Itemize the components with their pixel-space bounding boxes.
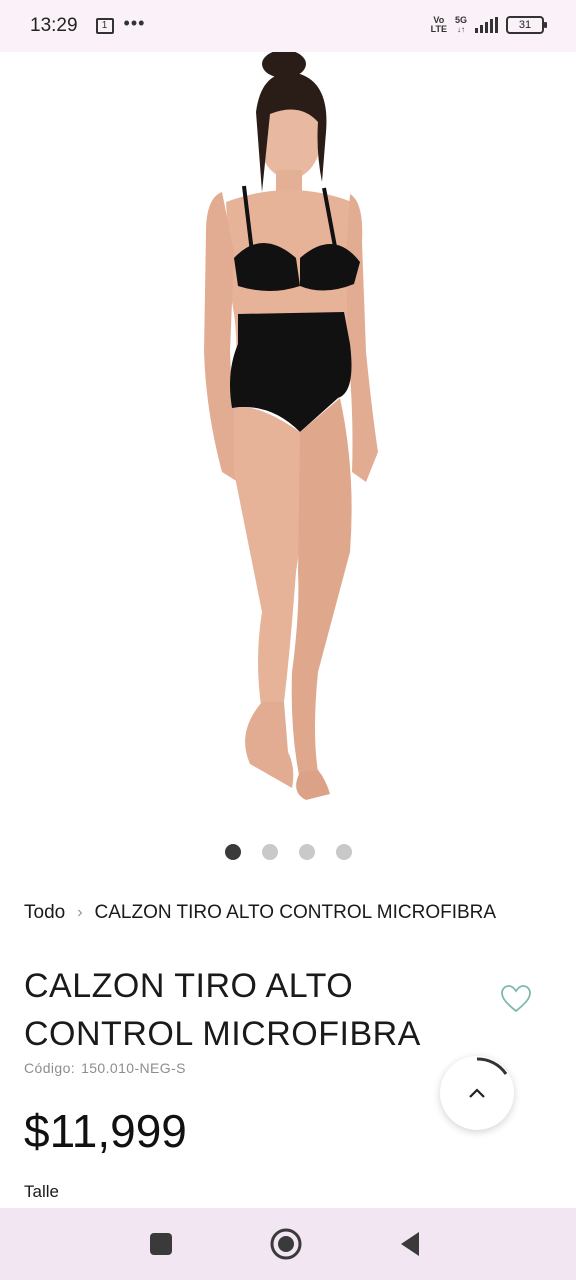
carousel-dot-3[interactable] [298,844,315,860]
recents-button[interactable] [143,1226,179,1262]
carousel-dot-4[interactable] [335,844,352,860]
network-5g-label: 5G [454,15,467,25]
status-bar: 13:29 1 ••• Vo LTE 5G ↓↑ 31 [0,0,576,52]
triangle-back-icon [401,1232,419,1256]
scroll-progress-ring [476,1057,508,1075]
more-notifications-icon: ••• [123,12,146,33]
volte-icon: Vo LTE [431,16,447,34]
status-time: 13:29 [30,15,78,36]
size-label: Talle [24,1182,59,1201]
carousel-dot-2[interactable] [261,844,278,860]
product-title: CALZON TIRO ALTO CONTROL MICROFIBRA [24,967,421,1053]
network-5g-icon: 5G ↓↑ [454,15,467,35]
product-code-value: 150.010-NEG-S [81,1060,186,1076]
home-button[interactable] [268,1226,304,1262]
circle-icon [270,1228,302,1260]
battery-level: 31 [518,19,532,31]
product-code-label: Código: [24,1060,76,1076]
product-image-carousel[interactable] [0,50,576,822]
product-code: Código: 150.010-NEG-S [24,1060,186,1076]
square-icon [150,1233,172,1255]
chevron-right-icon: › [77,904,83,921]
breadcrumb: Todo › CALZON TIRO ALTO CONTROL MICROFIB… [24,902,496,924]
breadcrumb-root-link[interactable]: Todo [24,902,65,924]
carousel-dot-1[interactable] [224,844,241,860]
back-button[interactable] [392,1226,428,1262]
heart-outline-icon [501,985,531,1013]
product-price: $11,999 [24,1105,187,1157]
signal-strength-icon [475,17,498,33]
favorite-button[interactable] [500,984,532,1014]
carousel-pagination [0,844,576,860]
calendar-icon: 1 [95,18,114,34]
product-photo-model [204,50,378,800]
battery-icon: 31 [506,16,547,34]
scroll-to-top-button[interactable] [440,1056,514,1130]
system-navigation-bar [0,1208,576,1280]
volte-bottom-label: LTE [430,24,447,34]
breadcrumb-current: CALZON TIRO ALTO CONTROL MICROFIBRA [94,902,497,923]
status-indicators: Vo LTE 5G ↓↑ 31 [431,15,547,35]
